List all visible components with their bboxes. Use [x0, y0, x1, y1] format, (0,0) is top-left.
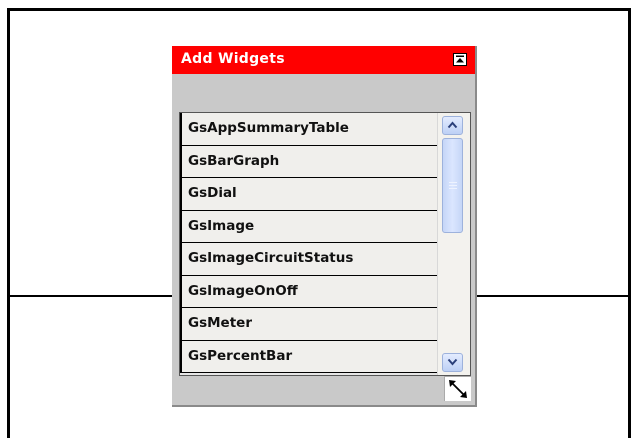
panel-titlebar[interactable]: Add Widgets	[172, 46, 475, 74]
vertical-scrollbar[interactable]	[437, 113, 470, 375]
collapse-icon[interactable]	[453, 53, 467, 66]
add-widgets-panel: Add Widgets GsAppSummaryTable GsBarGraph…	[172, 46, 477, 407]
list-item[interactable]: GsImageCircuitStatus	[180, 243, 437, 276]
panel-title: Add Widgets	[181, 51, 285, 67]
scrollbar-thumb[interactable]	[442, 138, 463, 233]
chevron-up-icon[interactable]	[442, 116, 463, 135]
widget-list[interactable]: GsAppSummaryTable GsBarGraph GsDial GsIm…	[179, 112, 471, 376]
widget-rows: GsAppSummaryTable GsBarGraph GsDial GsIm…	[180, 113, 437, 373]
list-item[interactable]: GsBarGraph	[180, 145, 437, 178]
chevron-down-icon[interactable]	[442, 353, 463, 372]
list-item[interactable]: GsMeter	[180, 308, 437, 341]
list-item[interactable]: GsImageOnOff	[180, 275, 437, 308]
resize-diagonal-icon[interactable]	[444, 376, 471, 401]
list-item[interactable]: GsPercentBar	[180, 340, 437, 373]
canvas-frame: Add Widgets GsAppSummaryTable GsBarGraph…	[7, 8, 631, 438]
list-item[interactable]: GsImage	[180, 210, 437, 243]
list-item[interactable]: GsDial	[180, 178, 437, 211]
list-item[interactable]: GsAppSummaryTable	[180, 113, 437, 146]
